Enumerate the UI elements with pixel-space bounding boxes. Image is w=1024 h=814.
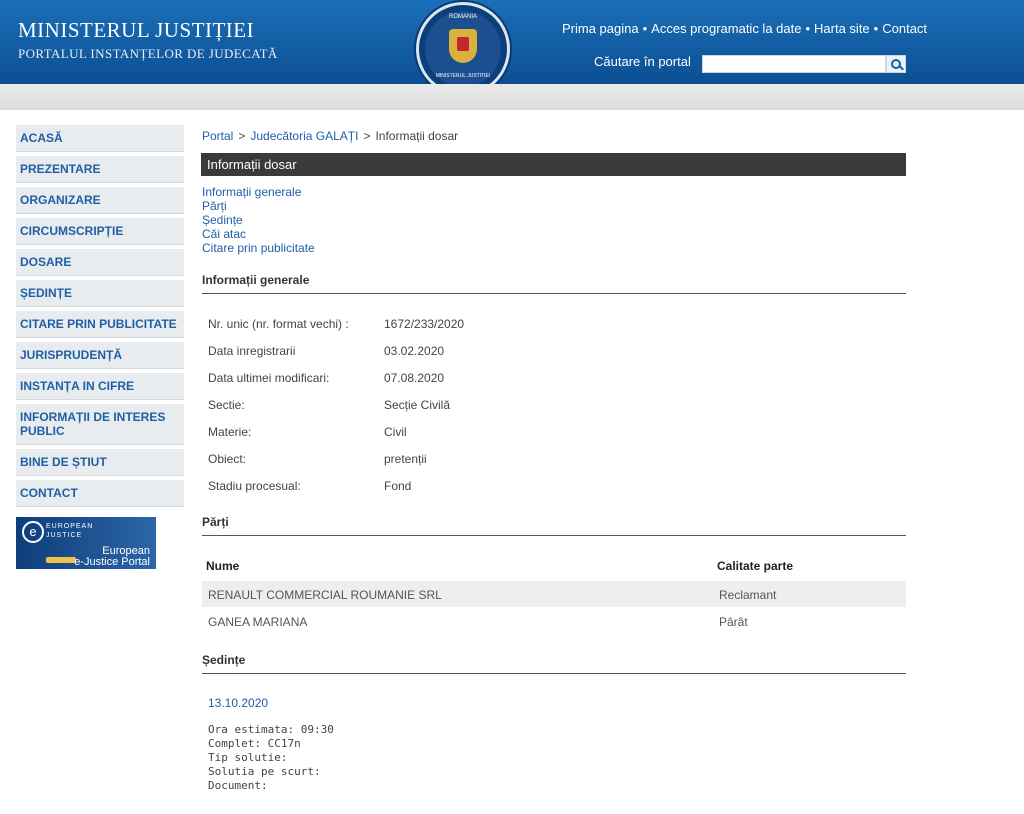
info-value: 1672/233/2020 — [384, 317, 465, 331]
col-nume: Nume — [206, 559, 240, 573]
emblem-top-text: ROMANIA — [448, 14, 477, 20]
sub-header-bar — [0, 84, 1024, 110]
sidebar-item-circumscriptie[interactable]: CIRCUMSCRIPȚIE — [16, 218, 184, 245]
party-role: Pârât — [719, 615, 748, 629]
table-row: GANEA MARIANA Pârât — [202, 608, 906, 634]
breadcrumb-sep: > — [363, 129, 371, 143]
info-label: Sectie: — [208, 398, 245, 412]
sedinta-tip-solutie: Tip solutie: — [208, 751, 288, 764]
sidebar-item-citare[interactable]: CITARE PRIN PUBLICITATE — [16, 311, 184, 338]
sidebar: ACASĂ PREZENTARE ORGANIZARE CIRCUMSCRIPȚ… — [16, 125, 184, 511]
search-icon[interactable] — [886, 55, 906, 73]
info-value: pretenții — [384, 452, 427, 466]
coat-of-arms-logo[interactable]: ROMANIA MINISTERUL JUSTITIEI — [416, 2, 510, 96]
emblem-bottom-text: MINISTERUL JUSTITIEI — [435, 73, 491, 79]
nav-acces-programatic[interactable]: Acces programatic la date — [651, 21, 801, 36]
page-title-bar: Informații dosar — [201, 153, 906, 176]
scales-icon — [46, 557, 76, 563]
info-value: Civil — [384, 425, 407, 439]
sidebar-item-instanta-cifre[interactable]: INSTANȚA IN CIFRE — [16, 373, 184, 400]
info-label: Data inregistrarii — [208, 344, 296, 358]
breadcrumb-sep: > — [238, 129, 246, 143]
sedinta-complet: Complet: CC17n — [208, 737, 301, 750]
nav-contact[interactable]: Contact — [882, 21, 927, 36]
party-name: RENAULT COMMERCIAL ROUMANIE SRL — [208, 588, 442, 602]
ejustice-line1: EUROPEAN — [46, 523, 94, 530]
sedinte-heading: Ședințe — [202, 653, 906, 674]
ejustice-e-icon: e — [22, 521, 44, 543]
sedinta-date: 13.10.2020 — [208, 696, 269, 710]
nav-prima-pagina[interactable]: Prima pagina — [562, 21, 639, 36]
breadcrumb-current: Informații dosar — [375, 129, 459, 143]
info-value: Fond — [384, 479, 412, 493]
ejustice-line2: JUSTICE — [46, 532, 83, 539]
top-nav: Prima pagina • Acces programatic la date • H… — [562, 21, 928, 36]
parti-heading: Părți — [202, 515, 906, 536]
site-title[interactable]: MINISTERUL JUSTIȚIEI — [18, 18, 254, 43]
sidebar-item-dosare[interactable]: DOSARE — [16, 249, 184, 276]
sidebar-item-organizare[interactable]: ORGANIZARE — [16, 187, 184, 214]
shield-icon — [449, 29, 477, 63]
link-citare-publicitate[interactable]: Citare prin publicitate — [202, 241, 315, 255]
ejustice-line4: e-Justice Portal — [74, 556, 150, 568]
sedinta-ora: Ora estimata: 09:30 — [208, 723, 334, 736]
breadcrumb-portal[interactable]: Portal — [202, 129, 233, 143]
info-value: 03.02.2020 — [384, 344, 445, 358]
info-value: Secție Civilă — [384, 398, 451, 412]
info-label: Materie: — [208, 425, 252, 439]
link-cai-atac[interactable]: Căi atac — [202, 227, 315, 241]
party-role: Reclamant — [719, 588, 777, 602]
info-label: Nr. unic (nr. format vechi) : — [208, 317, 349, 331]
info-label: Stadiu procesual: — [208, 479, 301, 493]
info-label: Data ultimei modificari: — [208, 371, 330, 385]
col-calitate: Calitate parte — [717, 559, 794, 573]
sidebar-item-acasa[interactable]: ACASĂ — [16, 125, 184, 152]
sidebar-item-jurisprudenta[interactable]: JURISPRUDENȚĂ — [16, 342, 184, 369]
sidebar-item-contact[interactable]: CONTACT — [16, 480, 184, 507]
breadcrumb-judecatoria[interactable]: Judecătoria GALAȚI — [250, 129, 358, 143]
sidebar-item-prezentare[interactable]: PREZENTARE — [16, 156, 184, 183]
sidebar-item-bine-de-stiut[interactable]: BINE DE ȘTIUT — [16, 449, 184, 476]
sedinta-document: Document: — [208, 779, 268, 792]
sidebar-item-informatii-interes[interactable]: INFORMAȚII DE INTERES PUBLIC — [16, 404, 184, 445]
info-value: 07.08.2020 — [384, 371, 445, 385]
sedinta-solutia: Solutia pe scurt: — [208, 765, 321, 778]
general-info-heading: Informații generale — [202, 273, 906, 294]
breadcrumb: Portal > Judecătoria GALAȚI > Informații dos… — [202, 129, 458, 143]
party-name: GANEA MARIANA — [208, 615, 308, 629]
search-label: Căutare în portal — [594, 54, 691, 69]
ejustice-portal-banner[interactable]: e EUROPEAN JUSTICE European e-Justice Po… — [16, 517, 156, 569]
link-parti[interactable]: Părți — [202, 199, 315, 213]
link-informatii-generale[interactable]: Informații generale — [202, 185, 315, 199]
site-header: MINISTERUL JUSTIȚIEI PORTALUL INSTANȚELO… — [0, 0, 1024, 96]
section-links: Informații generale Părți Ședințe Căi at… — [202, 185, 315, 255]
table-row: RENAULT COMMERCIAL ROUMANIE SRL Reclaman… — [202, 581, 906, 607]
search-input[interactable] — [702, 55, 886, 73]
sidebar-item-sedinte[interactable]: ȘEDINȚE — [16, 280, 184, 307]
site-subtitle[interactable]: PORTALUL INSTANȚELOR DE JUDECATĂ — [18, 46, 278, 62]
nav-harta-site[interactable]: Harta site — [814, 21, 870, 36]
link-sedinte[interactable]: Ședințe — [202, 213, 315, 227]
info-label: Obiect: — [208, 452, 247, 466]
